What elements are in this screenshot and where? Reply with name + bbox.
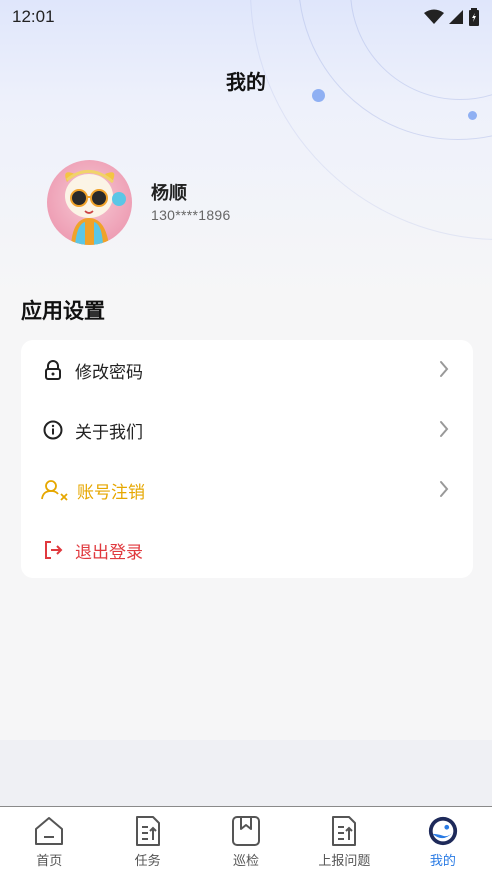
tab-mine[interactable]: 我的 xyxy=(394,807,492,875)
settings-item-delete-account[interactable]: 账号注销 xyxy=(21,460,473,520)
page-title: 我的 xyxy=(226,70,266,94)
user-name: 杨顺 xyxy=(151,182,187,204)
tab-label: 我的 xyxy=(429,854,456,869)
tab-task[interactable]: 任务 xyxy=(98,807,196,875)
home-icon xyxy=(33,815,65,847)
profile-section[interactable]: 杨顺 130****1896 xyxy=(47,160,231,245)
settings-item-about-us[interactable]: 关于我们 xyxy=(21,400,473,460)
settings-item-label: 关于我们 xyxy=(75,422,143,443)
settings-item-change-password[interactable]: 修改密码 xyxy=(21,340,473,400)
logout-icon xyxy=(43,540,63,560)
tab-inspection[interactable]: 巡检 xyxy=(197,807,295,875)
settings-item-label: 退出登录 xyxy=(75,542,143,563)
section-title: 应用设置 xyxy=(21,299,105,323)
task-document-icon xyxy=(132,815,164,847)
profile-logo-icon xyxy=(427,815,459,847)
tab-report-issue[interactable]: 上报问题 xyxy=(295,807,393,875)
status-icons xyxy=(424,8,480,26)
chevron-right-icon xyxy=(439,360,449,382)
info-icon xyxy=(43,420,63,440)
header-background xyxy=(0,0,492,300)
avatar[interactable] xyxy=(47,160,132,245)
wifi-icon xyxy=(424,9,444,24)
status-bar: 12:01 xyxy=(0,0,492,34)
status-time: 12:01 xyxy=(12,7,55,26)
user-remove-icon xyxy=(41,480,69,501)
settings-item-label: 账号注销 xyxy=(77,482,145,503)
user-info: 杨顺 130****1896 xyxy=(151,179,231,223)
user-phone: 130****1896 xyxy=(151,206,231,223)
report-document-icon xyxy=(328,815,360,847)
signal-icon xyxy=(449,10,463,24)
chevron-right-icon xyxy=(439,420,449,442)
settings-item-label: 修改密码 xyxy=(75,362,143,383)
inspection-book-icon xyxy=(230,815,262,847)
tab-label: 巡检 xyxy=(233,854,260,869)
tab-label: 首页 xyxy=(36,854,63,869)
tab-label: 任务 xyxy=(134,854,161,869)
bottom-tab-bar: 首页 任务 巡检 上报问题 我的 xyxy=(0,806,492,875)
content-bottom-area xyxy=(0,740,492,806)
tab-label: 上报问题 xyxy=(318,854,371,869)
lock-icon xyxy=(43,360,63,380)
settings-item-logout[interactable]: 退出登录 xyxy=(21,520,473,580)
tab-home[interactable]: 首页 xyxy=(0,807,98,875)
chevron-right-icon xyxy=(439,480,449,502)
battery-icon xyxy=(469,8,479,26)
settings-card: 修改密码 关于我们 账号注销 退出登录 xyxy=(21,340,473,578)
